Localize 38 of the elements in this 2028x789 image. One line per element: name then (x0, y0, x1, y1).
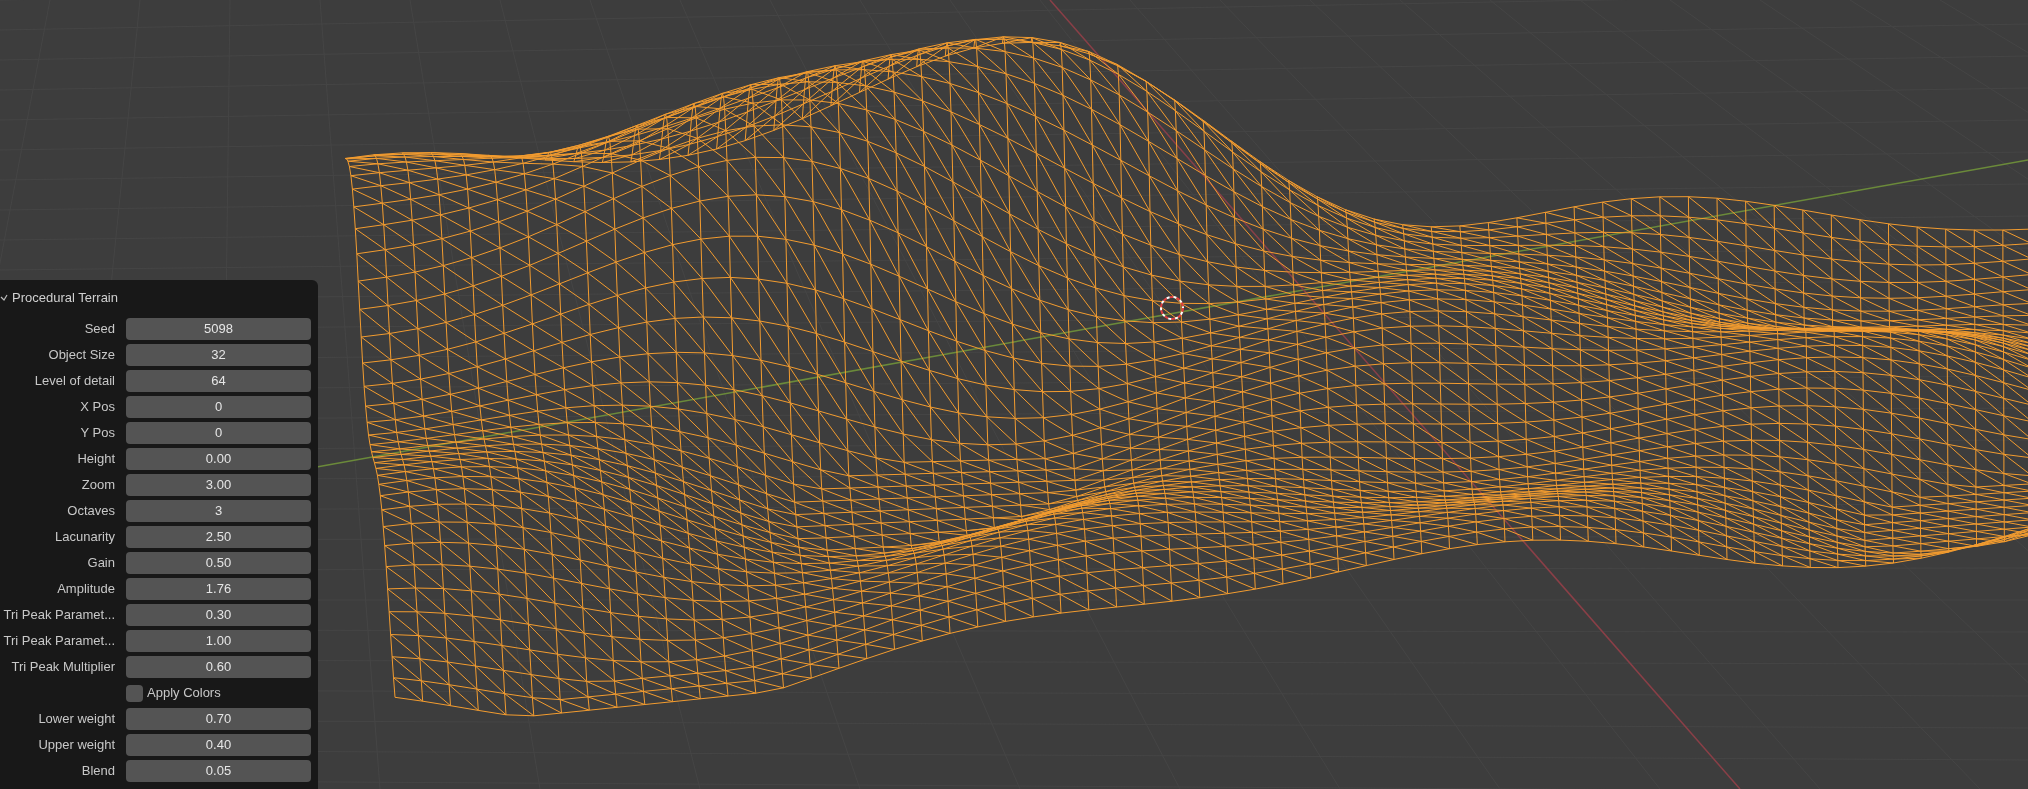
field-label: Tri Peak Multiplier (10, 658, 115, 677)
number-field[interactable]: 32 (126, 344, 311, 366)
number-field[interactable]: 0.70 (126, 708, 311, 730)
number-field[interactable]: 0.50 (126, 552, 311, 574)
cursor-icon (1160, 296, 1184, 320)
number-field[interactable]: 0.30 (126, 604, 311, 626)
field-label: Tri Peak Paramet... (2, 606, 115, 625)
field-label: Gain (86, 554, 115, 573)
number-field[interactable]: 2.50 (126, 526, 311, 548)
number-field[interactable]: 0.60 (126, 656, 311, 678)
field-label: Blend (80, 762, 115, 781)
field-label: Level of detail (33, 372, 115, 391)
field-label: Y Pos (79, 424, 115, 443)
number-field[interactable]: 0.40 (126, 734, 311, 756)
number-field[interactable]: 1.00 (126, 630, 311, 652)
field-label: X Pos (79, 398, 115, 417)
field-label: Upper weight (37, 736, 115, 755)
field-label: Seed (83, 320, 115, 339)
field-label: Object Size (47, 346, 115, 365)
number-field[interactable]: 0 (126, 422, 311, 444)
field-label: Amplitude (56, 580, 115, 599)
number-field[interactable]: 1.76 (126, 578, 311, 600)
number-field[interactable]: 3 (126, 500, 311, 522)
field-label: Octaves (66, 502, 115, 521)
number-field[interactable]: 0.00 (126, 448, 311, 470)
checkbox-label: Apply Colors (147, 684, 221, 703)
field-label: Lacunarity (54, 528, 115, 547)
field-label: Zoom (80, 476, 115, 495)
number-field[interactable]: 5098 (126, 318, 311, 340)
number-field[interactable]: 0 (126, 396, 311, 418)
number-field[interactable]: 3.00 (126, 474, 311, 496)
number-field[interactable]: 64 (126, 370, 311, 392)
checkbox[interactable] (126, 684, 143, 702)
field-label: Lower weight (37, 710, 115, 729)
field-label: Tri Peak Paramet... (2, 632, 115, 651)
field-label: Height (76, 450, 115, 469)
panel-title: Procedural Terrain (12, 288, 118, 307)
number-field[interactable]: 0.05 (126, 760, 311, 782)
